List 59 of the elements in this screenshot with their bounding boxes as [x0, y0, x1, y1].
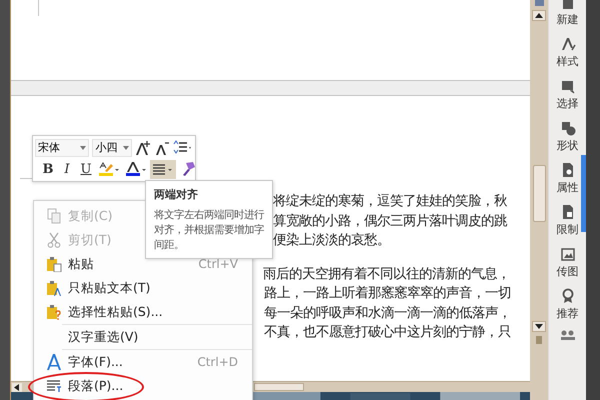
recommend-icon[interactable] — [560, 288, 576, 304]
menu-item[interactable]: 字体(F)... Ctrl+D — [34, 350, 252, 374]
scroll-thumb[interactable] — [532, 165, 546, 222]
sidebar-label[interactable]: 选择 — [556, 97, 578, 110]
paste-text-icon — [46, 280, 62, 296]
tooltip-title: 两端对齐 — [154, 187, 199, 202]
sidebar-label[interactable]: 限制 — [556, 223, 578, 236]
scroll-up-button[interactable] — [532, 10, 546, 21]
highlight-button[interactable] — [96, 160, 122, 179]
select-icon[interactable] — [560, 78, 576, 94]
paste-icon — [46, 256, 62, 272]
text-line: 算宽敞的小路，偶尔三两片落叶调皮的跳 — [273, 212, 507, 230]
sidebar-label[interactable]: 传图 — [556, 265, 578, 278]
grow-font-icon[interactable] — [135, 140, 151, 156]
size-select[interactable]: 小四 — [92, 138, 132, 157]
font-color-button[interactable] — [123, 160, 149, 179]
sidebar-label[interactable]: 属性 — [556, 181, 578, 194]
scissors-icon — [47, 232, 61, 248]
align-button[interactable] — [150, 160, 176, 179]
sidebar-label[interactable]: 样式 — [556, 55, 578, 68]
text-line: 将绽未绽的寒菊，逗笑了娃娃的笑脸，秋 — [273, 192, 507, 211]
text-line: 路上，一路上听着那窸窸窣窣的声音，一切 — [264, 284, 511, 303]
dropdown-caret-icon — [80, 146, 86, 150]
text-line: 便染上淡淡的哀愁。 — [273, 232, 390, 250]
more-icon[interactable] — [560, 330, 576, 340]
bold-button[interactable]: B — [39, 160, 57, 179]
line-spacing-icon[interactable] — [173, 140, 193, 156]
underline-button[interactable]: U — [77, 160, 95, 179]
shape-icon[interactable] — [560, 120, 576, 136]
copy-icon — [47, 208, 61, 224]
font-select[interactable]: 宋体 — [35, 138, 90, 157]
dropdown-caret-icon — [123, 146, 129, 150]
menu-item[interactable]: 段落(P)... — [34, 374, 252, 398]
font-icon — [46, 353, 62, 371]
up-arrow-icon — [535, 13, 543, 18]
style-icon[interactable] — [560, 36, 576, 52]
scroll-thumb[interactable] — [254, 383, 304, 391]
sidebar-handle[interactable] — [581, 155, 586, 232]
scroll-down-button[interactable] — [532, 321, 546, 332]
image-icon[interactable] — [560, 246, 576, 262]
menu-item[interactable]: 只粘贴文本(T) — [34, 276, 252, 300]
sidebar-label[interactable]: 新建 — [556, 13, 578, 26]
paste-special-icon — [46, 304, 62, 320]
paragraph-icon — [46, 379, 62, 393]
italic-button[interactable]: I — [58, 160, 76, 179]
menu-item[interactable]: 汉字重选(V) — [34, 325, 252, 349]
sidebar-label[interactable]: 推荐 — [556, 307, 578, 320]
shortcut-text: Ctrl+V — [198, 257, 238, 271]
tooltip-text: 将文字左右两端同时进行对齐，并根据需要增加字间距。 — [154, 208, 266, 253]
menu-item[interactable]: 选择性粘贴(S)... — [34, 300, 252, 324]
shortcut-text: Ctrl+D — [197, 355, 238, 369]
shrink-font-icon[interactable] — [154, 140, 170, 156]
text-line: 雨后的天空拥有着不同以往的清新的气息， — [263, 266, 510, 284]
text-line: 每一朵的呼吸声和水滴一滴一滴的低落声， — [264, 304, 511, 322]
sidebar-label[interactable]: 形状 — [556, 139, 578, 152]
down-arrow-icon — [535, 324, 543, 329]
scroll-left-button[interactable] — [12, 382, 22, 392]
text-line: 不真，也不愿意打破心中这片刻的宁静，只 — [264, 324, 511, 342]
left-arrow-icon — [14, 384, 20, 390]
